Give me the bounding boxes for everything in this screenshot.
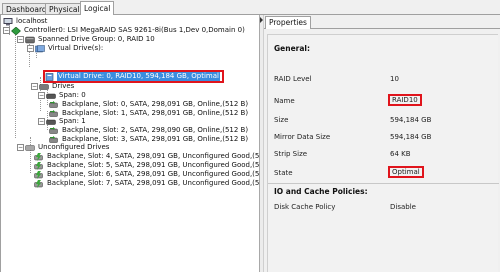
drives-icon (25, 144, 35, 152)
tree-label: Span: 0 (59, 91, 86, 99)
computer-icon (3, 17, 13, 26)
tree-node-slot-4[interactable]: Backplane, Slot: 4, SATA, 298,091 GB, Un… (34, 152, 259, 161)
tree-node-virtual-drives[interactable]: − Virtual Drive(s): (27, 44, 104, 53)
virtual-drives-icon (35, 44, 45, 53)
prop-value-disk-cache-policy: Disable (390, 203, 416, 211)
tab-properties[interactable]: Properties (265, 16, 311, 29)
tree-label: Drives (52, 82, 75, 90)
prop-value-strip-size: 64 KB (390, 150, 411, 158)
tree-label: Backplane, Slot: 0, SATA, 298,091 GB, On… (62, 100, 249, 108)
prop-key-disk-cache-policy: Disk Cache Policy (274, 203, 336, 211)
prop-value-size: 594,184 GB (390, 116, 432, 124)
collapse-toggle[interactable]: − (38, 118, 45, 125)
logical-tree[interactable]: localhost − Controller0: LSI MegaRAID SA… (0, 15, 259, 272)
tree-node-slot-7[interactable]: Backplane, Slot: 7, SATA, 298,091 GB, Un… (34, 179, 259, 188)
unconfigured-drive-icon (34, 161, 44, 170)
tree-label: localhost (16, 17, 48, 25)
tree-node-slot-6[interactable]: Backplane, Slot: 6, SATA, 298,091 GB, Un… (34, 170, 259, 179)
virtual-drive-icon (45, 72, 55, 81)
tree-label: Unconfigured Drives (38, 143, 110, 151)
tree-label: Controller0: LSI MegaRAID SAS 9261-8i(Bu… (24, 26, 245, 34)
tree-node-slot-2[interactable]: Backplane, Slot: 2, SATA, 298,090 GB, On… (49, 126, 249, 135)
tree-label: Virtual Drive: 0, RAID10, 594,184 GB, Op… (57, 72, 220, 81)
properties-panel: General: RAID Level 10 Name RAID10 Size … (267, 34, 499, 272)
prop-key-strip-size: Strip Size (274, 150, 308, 158)
prop-key-state: State (274, 169, 293, 177)
hard-drive-icon (49, 126, 59, 135)
section-divider (268, 183, 499, 184)
span-icon (46, 92, 56, 100)
tree-label: Backplane, Slot: 4, SATA, 298,091 GB, Un… (47, 152, 259, 160)
tree-label: Span: 1 (59, 117, 86, 125)
collapse-arrow-icon[interactable] (260, 17, 263, 23)
tree-label: Backplane, Slot: 1, SATA, 298,091 GB, On… (62, 109, 249, 117)
controller-icon (11, 26, 21, 35)
prop-value-name: RAID10 (388, 94, 422, 106)
tree-node-span-0[interactable]: − Span: 0 (38, 91, 87, 100)
collapse-toggle[interactable]: − (31, 83, 38, 90)
collapse-toggle[interactable]: − (27, 45, 34, 52)
hard-drive-icon (49, 100, 59, 109)
tree-label: Backplane, Slot: 5, SATA, 298,091 GB, Un… (47, 161, 259, 169)
prop-value-state: Optimal (388, 166, 424, 178)
section-io-cache-title: IO and Cache Policies: (274, 187, 368, 196)
unconfigured-drive-icon (34, 179, 44, 188)
collapse-toggle[interactable]: − (17, 144, 24, 151)
span-icon (46, 118, 56, 126)
tree-label: Backplane, Slot: 2, SATA, 298,090 GB, On… (62, 126, 249, 134)
tab-physical[interactable]: Physical (45, 3, 84, 15)
prop-key-name: Name (274, 97, 295, 105)
collapse-toggle[interactable]: − (38, 92, 45, 99)
tree-label: Backplane, Slot: 6, SATA, 298,091 GB, Un… (47, 170, 259, 178)
tab-logical[interactable]: Logical (80, 1, 115, 15)
prop-key-size: Size (274, 116, 289, 124)
main-tabbar: Dashboard Physical Logical (0, 0, 500, 15)
tree-node-slot-5[interactable]: Backplane, Slot: 5, SATA, 298,091 GB, Un… (34, 161, 259, 170)
unconfigured-drive-icon (34, 152, 44, 161)
tree-node-slot-0[interactable]: Backplane, Slot: 0, SATA, 298,091 GB, On… (49, 100, 249, 109)
tree-node-localhost[interactable]: localhost (3, 17, 48, 26)
section-general-title: General: (274, 44, 310, 53)
tab-dashboard[interactable]: Dashboard (2, 3, 51, 15)
collapse-toggle[interactable]: − (3, 27, 10, 34)
collapse-toggle[interactable]: − (17, 36, 24, 43)
tree-label: Virtual Drive(s): (48, 44, 104, 52)
tree-node-virtual-drive-0[interactable]: Virtual Drive: 0, RAID10, 594,184 GB, Op… (45, 72, 220, 81)
prop-key-mirror-data-size: Mirror Data Size (274, 133, 331, 141)
tree-label: Backplane, Slot: 7, SATA, 298,091 GB, Un… (47, 179, 259, 187)
tree-node-span-1[interactable]: − Span: 1 (38, 117, 87, 126)
prop-value-mirror-data-size: 594,184 GB (390, 133, 432, 141)
tree-label: Spanned Drive Group: 0, RAID 10 (38, 35, 155, 43)
properties-pane: Properties General: RAID Level 10 Name R… (264, 15, 500, 272)
tree-node-drives[interactable]: − Drives (31, 82, 75, 91)
properties-tabbar: Properties (264, 15, 500, 29)
drives-icon (39, 83, 49, 91)
tree-node-controller[interactable]: − Controller0: LSI MegaRAID SAS 9261-8i(… (3, 26, 246, 35)
unconfigured-drive-icon (34, 170, 44, 179)
tree-node-drive-group[interactable]: − Spanned Drive Group: 0, RAID 10 (17, 35, 156, 44)
tree-node-unconfigured-drives[interactable]: − Unconfigured Drives (17, 143, 110, 152)
prop-key-raid-level: RAID Level (274, 75, 312, 83)
drive-group-icon (25, 36, 35, 44)
prop-value-raid-level: 10 (390, 75, 399, 83)
